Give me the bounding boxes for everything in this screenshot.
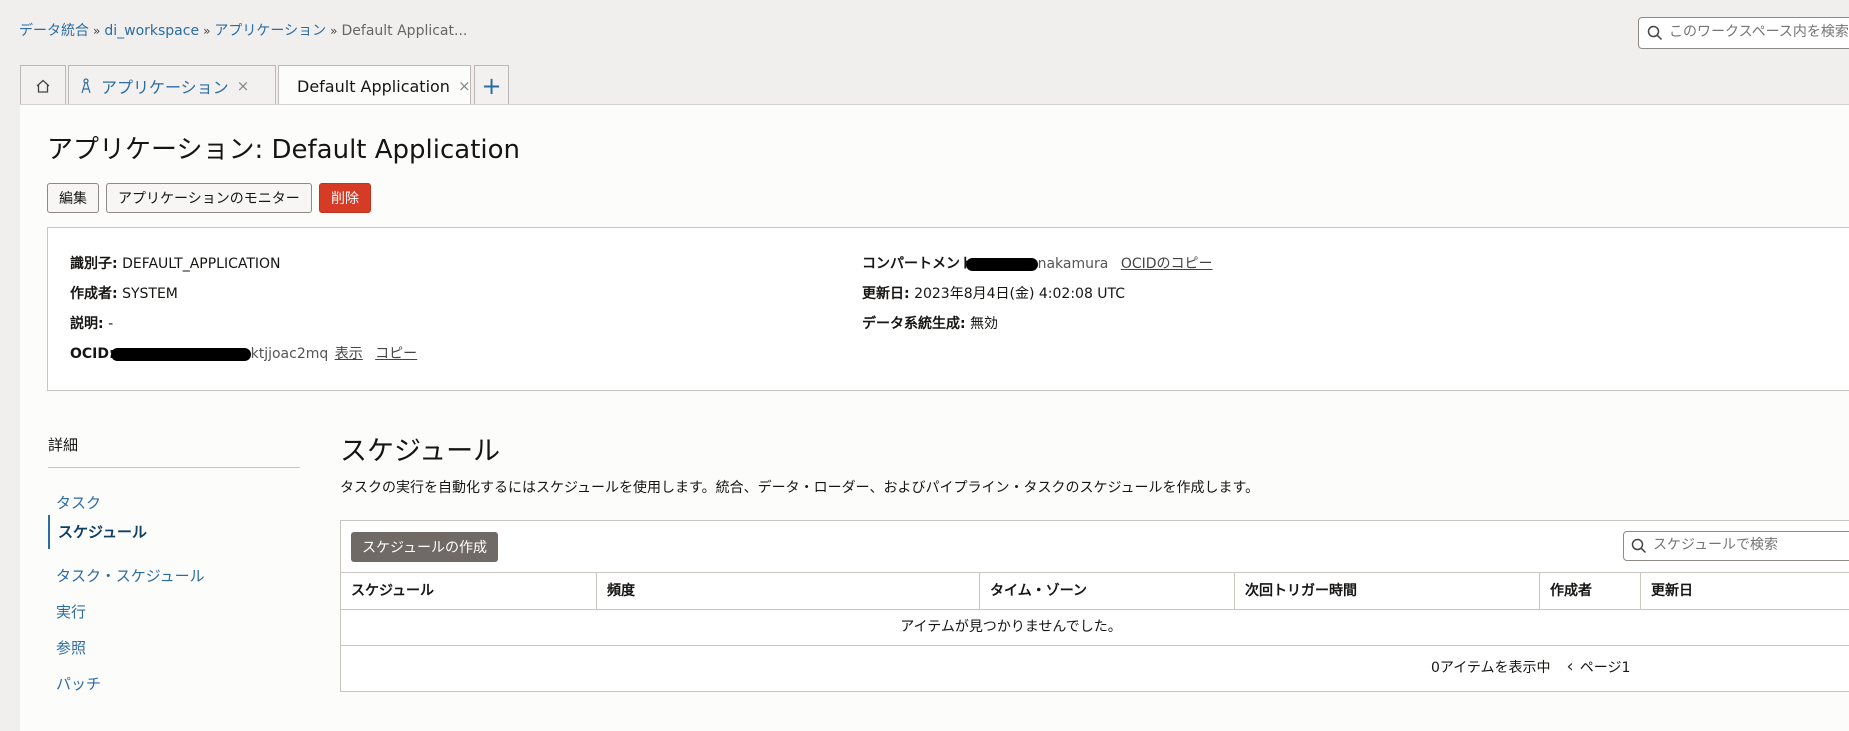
details-panel: 識別子: DEFAULT_APPLICATION 作成者: SYSTEM 説明:…	[47, 227, 1849, 391]
schedules-title: スケジュール	[340, 436, 501, 467]
tab-home[interactable]	[20, 65, 66, 105]
column-header-schedule[interactable]: スケジュール	[341, 573, 597, 609]
sidebar-item-references[interactable]: 参照	[56, 637, 86, 658]
breadcrumb-link-data-integration[interactable]: データ統合	[19, 23, 89, 39]
creator-value: SYSTEM	[122, 286, 178, 302]
tab-applications-label: アプリケーション	[101, 77, 229, 97]
creator-label: 作成者:	[70, 286, 118, 302]
identifier-value: DEFAULT_APPLICATION	[122, 256, 281, 272]
chevron-left-icon[interactable]: ‹	[1567, 656, 1574, 677]
schedules-table-panel: スケジュールの作成 スケジュール 頻度 タイム・ゾーン 次回トリガー時間 作成者…	[340, 520, 1849, 692]
breadcrumb-current: Default Applicat...	[341, 23, 468, 39]
compartment-label: コンパートメント:	[862, 256, 980, 272]
search-icon	[1647, 25, 1663, 41]
workspace-search[interactable]	[1638, 17, 1849, 49]
schedule-search[interactable]	[1623, 531, 1849, 561]
sidebar-item-runs[interactable]: 実行	[56, 601, 86, 622]
updated-row: 更新日: 2023年8月4日(金) 4:02:08 UTC	[862, 283, 1125, 303]
home-icon	[36, 79, 50, 93]
application-icon	[81, 77, 91, 93]
tab-applications[interactable]: アプリケーション ×	[68, 65, 276, 105]
workspace-search-input[interactable]	[1667, 23, 1849, 41]
sidebar-item-tasks[interactable]: タスク	[56, 492, 101, 513]
tab-default-application[interactable]: Default Application ×	[278, 65, 471, 106]
delete-button[interactable]: 削除	[319, 183, 371, 213]
redaction-mark	[110, 347, 251, 361]
edit-button[interactable]: 編集	[47, 183, 99, 213]
schedule-search-input[interactable]	[1651, 536, 1849, 554]
ocid-show-link[interactable]: 表示	[335, 346, 363, 362]
page-indicator: ページ1	[1579, 659, 1631, 676]
breadcrumb-separator: »	[203, 24, 211, 38]
sidebar-divider	[48, 467, 300, 468]
add-tab-button[interactable]: +	[474, 65, 509, 105]
compartment-row: コンパートメント: nakamura OCIDのコピー	[862, 253, 1213, 273]
description-row: 説明: -	[70, 313, 113, 333]
empty-message: アイテムが見つかりませんでした。	[900, 619, 1122, 635]
breadcrumb-link-workspace[interactable]: di_workspace	[104, 23, 199, 39]
tab-default-application-label: Default Application	[297, 76, 450, 96]
close-icon[interactable]: ×	[237, 77, 250, 95]
column-header-created-by[interactable]: 作成者	[1540, 573, 1641, 609]
lineage-label: データ系統生成:	[862, 316, 966, 332]
breadcrumb: データ統合» di_workspace» アプリケーション» Default Appl…	[19, 20, 467, 40]
identifier-row: 識別子: DEFAULT_APPLICATION	[70, 253, 281, 273]
table-empty-row: アイテムが見つかりませんでした。	[341, 609, 1849, 646]
column-header-frequency[interactable]: 頻度	[597, 573, 980, 609]
table-header: スケジュール 頻度 タイム・ゾーン 次回トリガー時間 作成者 更新日	[341, 572, 1849, 610]
schedules-description: タスクの実行を自動化するにはスケジュールを使用します。統合、データ・ローダー、お…	[340, 480, 1260, 496]
description-label: 説明:	[70, 316, 104, 332]
redaction-mark	[965, 257, 1038, 271]
breadcrumb-separator: »	[93, 24, 101, 38]
column-header-time-zone[interactable]: タイム・ゾーン	[980, 573, 1235, 609]
sidebar-item-schedules[interactable]: スケジュール	[48, 515, 147, 549]
search-icon	[1631, 538, 1647, 554]
ocid-copy-link[interactable]: コピー	[375, 346, 417, 362]
column-header-updated[interactable]: 更新日	[1641, 573, 1849, 609]
sidebar-item-patches[interactable]: パッチ	[56, 673, 101, 694]
main-content: アプリケーション: Default Application 編集 アプリケーショ…	[20, 104, 1849, 731]
creator-row: 作成者: SYSTEM	[70, 283, 178, 303]
column-header-next-trigger[interactable]: 次回トリガー時間	[1235, 573, 1540, 609]
ocid-suffix: ktjjoac2mq	[250, 346, 329, 362]
page-title: アプリケーション: Default Application	[47, 135, 521, 165]
compartment-copy-ocid-link[interactable]: OCIDのコピー	[1121, 256, 1213, 272]
description-value: -	[108, 316, 114, 332]
compartment-suffix: nakamura	[1037, 256, 1109, 272]
ocid-label: OCID:	[70, 346, 115, 362]
updated-label: 更新日:	[862, 286, 910, 302]
lineage-row: データ系統生成: 無効	[862, 313, 998, 333]
plus-icon: +	[481, 71, 502, 100]
breadcrumb-separator: »	[330, 24, 338, 38]
sidebar-heading: 詳細	[48, 436, 79, 454]
identifier-label: 識別子:	[70, 256, 118, 272]
lineage-value: 無効	[970, 316, 999, 332]
sidebar-item-task-schedules[interactable]: タスク・スケジュール	[56, 565, 205, 586]
item-count: 0アイテムを表示中	[1431, 659, 1551, 676]
create-schedule-button[interactable]: スケジュールの作成	[351, 532, 499, 562]
close-icon[interactable]: ×	[458, 77, 471, 95]
monitor-application-button[interactable]: アプリケーションのモニター	[106, 183, 312, 213]
table-pagination: 0アイテムを表示中 ‹ ページ1	[1431, 656, 1630, 677]
updated-value: 2023年8月4日(金) 4:02:08 UTC	[914, 286, 1126, 302]
breadcrumb-link-applications[interactable]: アプリケーション	[214, 23, 326, 39]
ocid-row: OCID: ktjjoac2mq 表示 コピー	[70, 343, 417, 363]
